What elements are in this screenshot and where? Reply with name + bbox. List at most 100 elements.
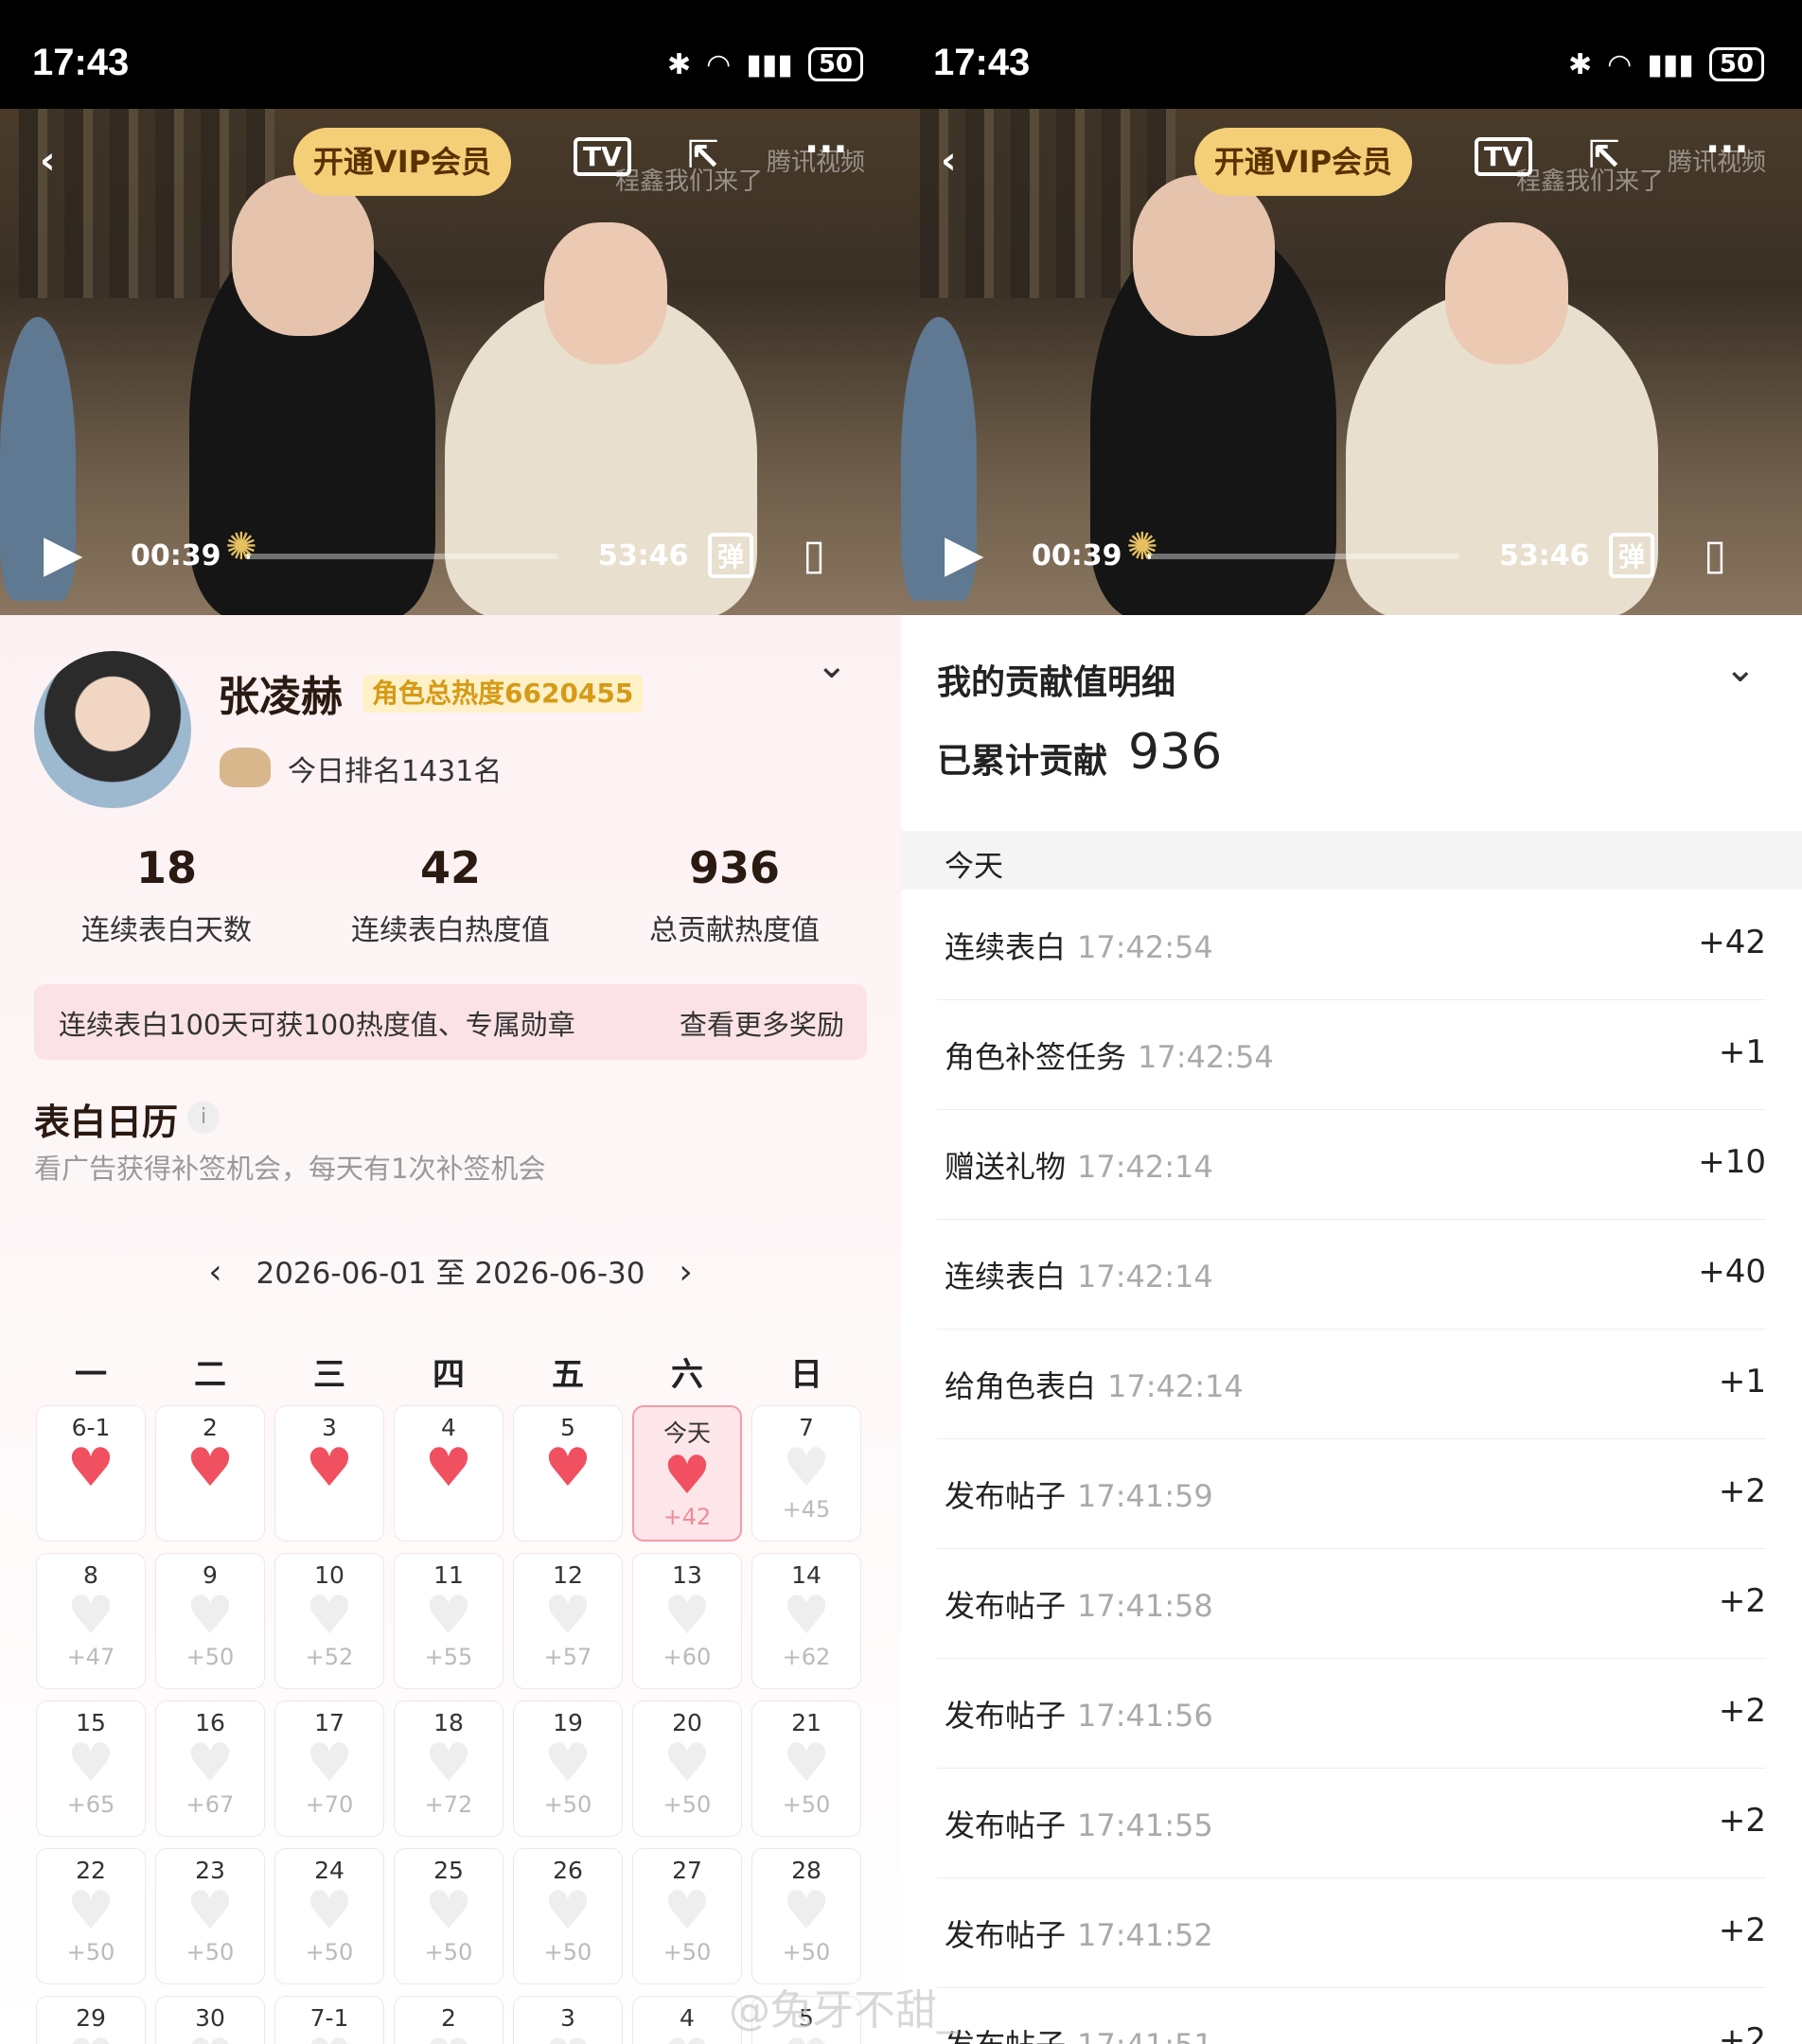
calendar-day[interactable]: 15 ♥ +65 <box>36 1700 146 1837</box>
calendar-day[interactable]: 25 ♥ +50 <box>394 1848 504 1984</box>
day-heat-value: +45 <box>782 1496 831 1523</box>
more-rewards-link[interactable]: 查看更多奖励 <box>680 1003 844 1043</box>
contribution-value: +2 <box>1718 1912 1766 1949</box>
play-icon[interactable]: ▶ <box>945 523 984 583</box>
avatar[interactable] <box>34 651 191 808</box>
danmu-toggle[interactable]: 弹 <box>1609 533 1655 578</box>
calendar-day[interactable]: 2♥ <box>155 1405 265 1542</box>
rank-mascot-icon <box>220 748 271 787</box>
day-number: 3 <box>322 1414 337 1441</box>
video-player[interactable]: ‹ 开通VIP会员 TV ⇱ ··· 腾讯视频 程鑫我们来了 ▶ 00:39 ✺… <box>901 109 1802 615</box>
calendar-day[interactable]: 22 ♥ +50 <box>36 1848 146 1984</box>
progress-bar[interactable] <box>246 554 558 559</box>
calendar-day[interactable]: 3♥ <box>274 1405 384 1542</box>
calendar-day[interactable]: 12 ♥ +57 <box>513 1553 623 1689</box>
contribution-panel: 我的贡献值明细 ⌄ 已累计贡献 936 今天 连续表白 17:42:54 +42 角色… <box>901 615 1802 2044</box>
day-number: 23 <box>195 1857 225 1884</box>
section-label: 今天 <box>945 850 1003 884</box>
calendar-day[interactable]: 20 ♥ +50 <box>632 1700 742 1837</box>
day-heat-value: +57 <box>543 1644 592 1670</box>
play-icon[interactable]: ▶ <box>44 523 83 583</box>
seek-handle-icon[interactable]: ✺ <box>1126 525 1158 569</box>
vip-button[interactable]: 开通VIP会员 <box>1194 128 1412 196</box>
day-heat-value: +50 <box>66 1939 115 1965</box>
calendar-day[interactable]: 26 ♥ +50 <box>513 1848 623 1984</box>
day-number: 5 <box>560 1414 575 1441</box>
day-number: 24 <box>314 1857 344 1884</box>
seek-handle-icon[interactable]: ✺ <box>225 525 257 569</box>
vip-button[interactable]: 开通VIP会员 <box>293 128 511 196</box>
day-number: 26 <box>553 1857 583 1884</box>
day-number: 7-1 <box>309 2004 349 2032</box>
calendar-day[interactable]: 11 ♥ +55 <box>394 1553 504 1689</box>
heart-empty-icon: ♥ <box>66 1880 115 1942</box>
contribution-time: 17:41:56 <box>1077 1698 1213 1734</box>
day-heat-value: +62 <box>782 1644 831 1670</box>
collapse-chevron-icon[interactable]: ⌄ <box>1724 647 1757 691</box>
calendar-day[interactable]: 19 ♥ +50 <box>513 1700 623 1837</box>
day-number: 11 <box>433 1561 464 1589</box>
calendar-day[interactable]: 7 ♥ +45 <box>751 1405 861 1542</box>
calendar-day[interactable]: 7-1♥ <box>274 1996 384 2044</box>
section-today: 今天 <box>901 831 1802 890</box>
calendar-day[interactable]: 5♥ <box>513 1405 623 1542</box>
calendar-day[interactable]: 2♥ <box>394 1996 504 2044</box>
day-number: 9 <box>203 1561 218 1589</box>
heart-empty-icon: ♥ <box>662 1880 712 1942</box>
calendar-day[interactable]: 16 ♥ +67 <box>155 1700 265 1837</box>
reward-banner[interactable]: 连续表白100天可获100热度值、专属勋章 查看更多奖励 <box>34 984 867 1060</box>
contribution-time: 17:42:54 <box>1138 1039 1274 1075</box>
calendar-day[interactable]: 30♥ <box>155 1996 265 2044</box>
contribution-value: +40 <box>1698 1253 1766 1291</box>
contribution-value: +2 <box>1718 1472 1766 1510</box>
calendar-day[interactable]: 17 ♥ +70 <box>274 1700 384 1837</box>
calendar-day[interactable]: 6-1 ♥ <box>36 1405 146 1542</box>
calendar-day[interactable]: 24 ♥ +50 <box>274 1848 384 1984</box>
contribution-name: 发布帖子 <box>945 1917 1067 1953</box>
video-player[interactable]: ‹ 开通VIP会员 TV ⇱ ··· 腾讯视频 程鑫我们来了 ▶ 00:39 ✺… <box>0 109 901 615</box>
calendar-day[interactable]: 4♥ <box>632 1996 742 2044</box>
danmu-toggle[interactable]: 弹 <box>708 533 754 578</box>
wifi-icon: ◠ <box>706 47 732 81</box>
weekday-label: 日 <box>790 1356 822 1394</box>
rotate-screen-icon[interactable]: ▯ <box>803 531 825 579</box>
calendar-day[interactable]: 18 ♥ +72 <box>394 1700 504 1837</box>
calendar-day[interactable]: 23 ♥ +50 <box>155 1848 265 1984</box>
heart-empty-icon: ♥ <box>395 2032 503 2044</box>
calendar-day[interactable]: 21 ♥ +50 <box>751 1700 861 1837</box>
prev-month-icon[interactable]: ‹ <box>208 1253 221 1292</box>
calendar-day[interactable]: 8 ♥ +47 <box>36 1553 146 1689</box>
heart-empty-icon: ♥ <box>424 1880 473 1942</box>
heart-empty-icon: ♥ <box>633 2032 741 2044</box>
calendar-day[interactable]: 3♥ <box>513 1996 623 2044</box>
calendar-day[interactable]: 28 ♥ +50 <box>751 1848 861 1984</box>
calendar-day[interactable]: 13 ♥ +60 <box>632 1553 742 1689</box>
contribution-row: 角色补签任务 17:42:54 +1 <box>937 999 1766 1110</box>
calendar-day[interactable]: 今天 ♥ +42 <box>632 1405 742 1542</box>
calendar-day[interactable]: 10 ♥ +52 <box>274 1553 384 1689</box>
heart-empty-icon: ♥ <box>275 2032 383 2044</box>
calendar-day[interactable]: 14 ♥ +62 <box>751 1553 861 1689</box>
calendar-day[interactable]: 27 ♥ +50 <box>632 1848 742 1984</box>
rotate-screen-icon[interactable]: ▯ <box>1704 531 1726 579</box>
day-number: 12 <box>553 1561 583 1589</box>
collapse-chevron-icon[interactable]: ⌄ <box>816 643 848 687</box>
day-heat-value: +52 <box>305 1644 354 1670</box>
calendar-day[interactable]: 29♥ <box>36 1996 146 2044</box>
calendar-day[interactable]: 4♥ <box>394 1405 504 1542</box>
day-number: 20 <box>672 1709 702 1736</box>
day-heat-value: +50 <box>662 1939 712 1965</box>
calendar-day[interactable]: 9 ♥ +50 <box>155 1553 265 1689</box>
back-icon[interactable]: ‹ <box>941 139 956 183</box>
heart-empty-icon: ♥ <box>782 1585 831 1647</box>
bluetooth-icon: ✱ <box>666 47 692 81</box>
contribution-time: 17:42:54 <box>1077 929 1213 965</box>
contribution-row: 给角色表白 17:42:14 +1 <box>937 1329 1766 1439</box>
back-icon[interactable]: ‹ <box>40 139 55 183</box>
stat-label: 连续表白天数 <box>81 914 252 947</box>
next-month-icon[interactable]: › <box>679 1253 692 1292</box>
current-time: 00:39 <box>1032 539 1122 573</box>
day-heat-value: +72 <box>424 1791 473 1818</box>
progress-bar[interactable] <box>1147 554 1459 559</box>
info-icon[interactable]: i <box>187 1101 220 1134</box>
